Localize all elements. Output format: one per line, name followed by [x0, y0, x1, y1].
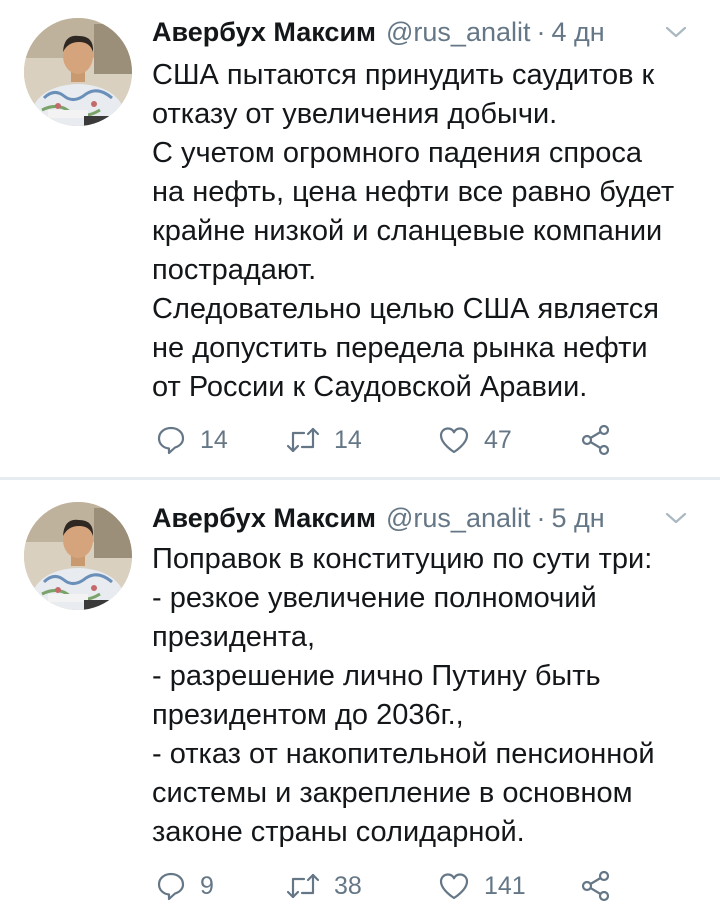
tweet-header: Авербух Максим @rus_analit · 4 дн: [152, 14, 700, 50]
reply-icon: [156, 871, 186, 901]
tweet-feed: Авербух Максим @rus_analit · 4 дн США пы…: [0, 0, 720, 916]
tweet-text-line: США пытаются принудить саудитов к: [152, 59, 655, 91]
tweet-text-line: пострадают.: [152, 254, 317, 286]
reply-count: 9: [200, 871, 214, 900]
tweet-text-line: на нефть, цена нефти все равно будет: [152, 176, 675, 208]
tweet[interactable]: Авербух Максим @rus_analit · 5 дн Поправ…: [0, 480, 720, 916]
tweet-text: Поправок в конституцию по сути три: - ре…: [152, 540, 702, 852]
avatar[interactable]: [24, 18, 132, 126]
like-count: 141: [484, 871, 526, 900]
separator-dot: ·: [536, 502, 546, 533]
tweet-text-line: от России к Саудовской Аравии.: [152, 371, 588, 403]
tweet-text-line: законе страны солидарной.: [152, 816, 525, 848]
share-icon: [580, 424, 612, 456]
tweet-actions: 9 38 141: [152, 866, 672, 906]
tweet-text-line: Следовательно целью США является: [152, 293, 659, 325]
tweet-text: США пытаются принудить саудитов к отказу…: [152, 56, 702, 407]
chevron-down-icon[interactable]: [664, 508, 688, 528]
tweet-header: Авербух Максим @rus_analit · 5 дн: [152, 500, 700, 536]
tweet-time[interactable]: 5 дн: [552, 503, 605, 534]
author-handle[interactable]: @rus_analit: [386, 503, 530, 534]
retweet-icon: [286, 871, 320, 901]
tweet-text-line: - разрешение лично Путину быть: [152, 660, 601, 692]
like-button[interactable]: 141: [438, 866, 526, 906]
retweet-count: 14: [334, 425, 362, 454]
tweet-text-line: С учетом огромного падения спроса: [152, 137, 642, 169]
tweet-text-line: отказу от увеличения добычи.: [152, 98, 558, 130]
reply-button[interactable]: 14: [156, 420, 228, 460]
author-name[interactable]: Авербух Максим: [152, 17, 376, 48]
reply-icon: [156, 425, 186, 455]
tweet-text-line: президента,: [152, 621, 316, 653]
like-button[interactable]: 47: [438, 420, 512, 460]
tweet-text-line: системы и закрепление в основном: [152, 777, 633, 809]
tweet-text-line: - отказ от накопительной пенсионной: [152, 738, 655, 770]
tweet-text-line: крайне низкой и сланцевые компании: [152, 215, 663, 247]
like-count: 47: [484, 425, 512, 454]
tweet-time[interactable]: 4 дн: [552, 17, 605, 48]
tweet-text-line: президентом до 2036г.,: [152, 699, 464, 731]
retweet-icon: [286, 425, 320, 455]
tweet-text-line: - резкое увеличение полномочий: [152, 582, 597, 614]
share-button[interactable]: [580, 866, 612, 906]
tweet-text-line: Поправок в конституцию по сути три:: [152, 543, 653, 575]
avatar[interactable]: [24, 502, 132, 610]
chevron-down-icon[interactable]: [664, 22, 688, 42]
share-button[interactable]: [580, 420, 612, 460]
author-name[interactable]: Авербух Максим: [152, 503, 376, 534]
heart-icon: [438, 871, 470, 901]
share-icon: [580, 870, 612, 902]
tweet[interactable]: Авербух Максим @rus_analit · 4 дн США пы…: [0, 0, 720, 477]
heart-icon: [438, 425, 470, 455]
reply-count: 14: [200, 425, 228, 454]
tweet-actions: 14 14 47: [152, 420, 672, 460]
separator-dot: ·: [536, 16, 546, 47]
retweet-button[interactable]: 14: [286, 420, 362, 460]
retweet-button[interactable]: 38: [286, 866, 362, 906]
tweet-text-line: не допустить передела рынка нефти: [152, 332, 648, 364]
author-handle[interactable]: @rus_analit: [386, 17, 530, 48]
retweet-count: 38: [334, 871, 362, 900]
reply-button[interactable]: 9: [156, 866, 214, 906]
